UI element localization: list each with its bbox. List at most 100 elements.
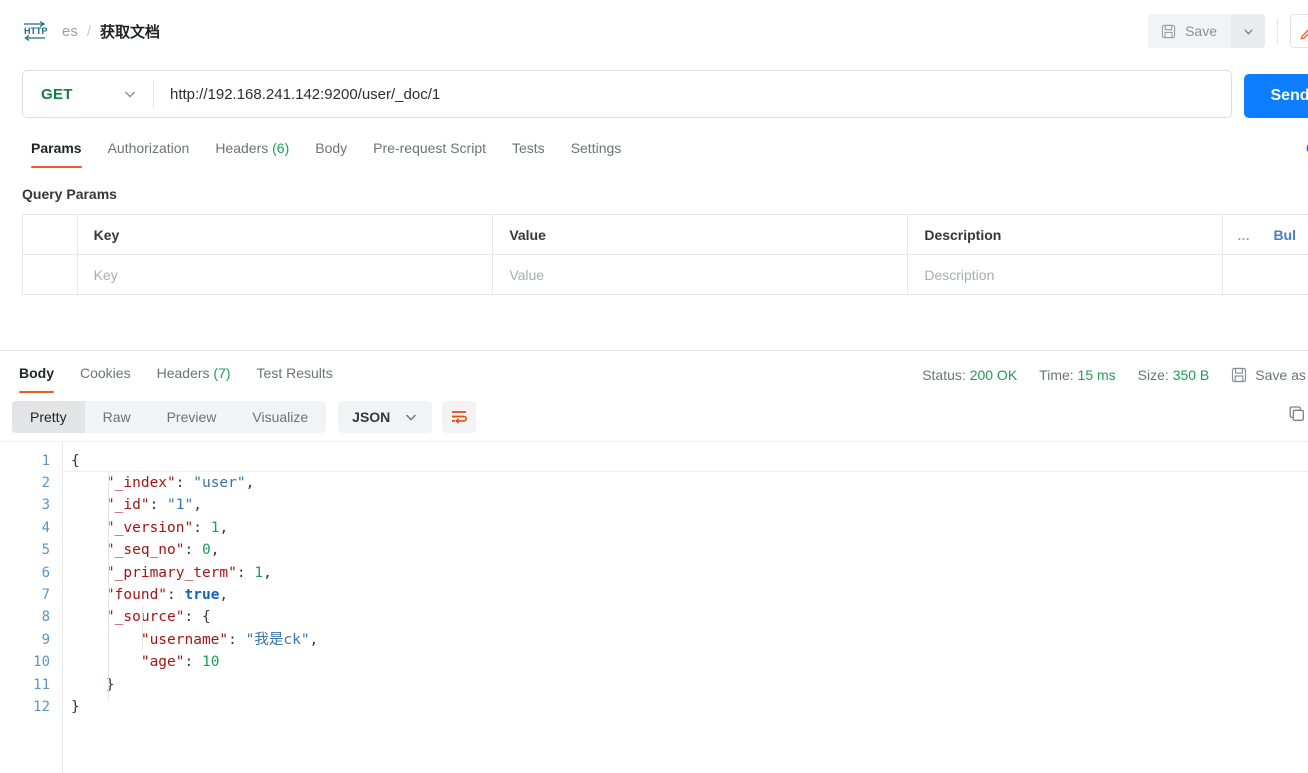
table-header-value: Value xyxy=(492,214,909,255)
tab-response-body[interactable]: Body xyxy=(6,365,67,393)
tab-body[interactable]: Body xyxy=(302,140,360,168)
tab-tests[interactable]: Tests xyxy=(499,140,558,168)
tab-test-results-label: Test Results xyxy=(256,364,333,381)
tab-response-body-label: Body xyxy=(19,364,54,381)
line-number: 12 xyxy=(33,698,50,715)
save-as-example-button[interactable]: Save as exam xyxy=(1231,367,1308,383)
view-mode-group: Pretty Raw Preview Visualize xyxy=(12,400,327,433)
row-key-cell[interactable]: Key xyxy=(77,254,494,295)
code-line: "_id": "1", xyxy=(105,497,202,514)
response-code[interactable]: { "_index": "user", "_id": "1", "_versio… xyxy=(62,441,1308,773)
tab-headers-count: (6) xyxy=(272,140,290,156)
http-protocol-icon: HTTP xyxy=(22,19,48,43)
tab-body-label: Body xyxy=(315,140,348,156)
size-badge: Size: 350 B xyxy=(1138,367,1210,383)
table-header-checkbox xyxy=(22,214,78,255)
key-placeholder: Key xyxy=(93,266,118,283)
code-line: { xyxy=(63,449,1308,473)
tab-authorization[interactable]: Authorization xyxy=(95,140,203,168)
code-line: } xyxy=(71,698,80,715)
breadcrumb-folder[interactable]: es xyxy=(62,23,78,40)
size-value: 350 B xyxy=(1172,366,1210,383)
line-number: 6 xyxy=(41,564,50,581)
wrap-text-button[interactable] xyxy=(442,400,477,433)
tab-settings-label: Settings xyxy=(570,140,622,156)
row-description-cell[interactable]: Description xyxy=(907,254,1224,295)
line-number: 2 xyxy=(41,475,50,492)
time-badge: Time: 15 ms xyxy=(1039,367,1116,383)
save-as-example-label: Save as exam xyxy=(1255,366,1308,383)
send-button[interactable]: Send xyxy=(1244,74,1308,118)
chevron-down-icon xyxy=(1242,25,1255,38)
tab-test-results[interactable]: Test Results xyxy=(244,365,346,393)
save-button[interactable]: Save xyxy=(1148,14,1231,48)
tab-response-headers[interactable]: Headers (7) xyxy=(144,365,244,393)
method-selector[interactable]: GET xyxy=(23,71,153,117)
request-response-divider xyxy=(0,295,1308,351)
line-number: 11 xyxy=(33,676,50,693)
toolbar-divider xyxy=(1277,18,1278,44)
table-header-description: Description xyxy=(907,214,1224,255)
code-line: "age": 10 xyxy=(140,654,220,671)
query-params-section: Query Params Key Value Description … Bul xyxy=(0,168,1308,295)
tab-params[interactable]: Params xyxy=(18,140,95,168)
edit-request-button[interactable] xyxy=(1290,14,1308,48)
save-options-button[interactable] xyxy=(1231,14,1265,48)
tab-authorization-label: Authorization xyxy=(107,140,190,156)
breadcrumb-separator: / xyxy=(86,22,92,40)
floppy-disk-icon xyxy=(1231,367,1247,383)
response-format-label: JSON xyxy=(352,408,391,425)
line-number: 10 xyxy=(33,654,50,671)
code-line: "username": "我是ck", xyxy=(140,631,319,648)
postman-window: HTTP es / 获取文档 Save GET http://192.168.2… xyxy=(0,0,1308,773)
row-checkbox-cell[interactable] xyxy=(22,254,78,295)
fold-guide-nested xyxy=(142,605,143,650)
time-value: 15 ms xyxy=(1077,366,1116,383)
query-params-title: Query Params xyxy=(22,186,117,202)
view-mode-preview[interactable]: Preview xyxy=(149,401,235,433)
chevron-down-icon xyxy=(404,410,418,424)
line-number-gutter: 1 2 3 4 5 6 7 8 9 10 11 12 xyxy=(0,441,62,773)
status-value: 200 OK xyxy=(969,366,1018,383)
url-bar: GET xyxy=(22,70,1232,118)
copy-response-button[interactable] xyxy=(1288,405,1306,423)
response-format-selector[interactable]: JSON xyxy=(338,400,433,433)
tab-pre-request-script[interactable]: Pre-request Script xyxy=(360,140,499,168)
url-input[interactable] xyxy=(154,72,1231,116)
bulk-edit-link[interactable]: Bul xyxy=(1273,227,1296,243)
top-bar: HTTP es / 获取文档 Save xyxy=(0,0,1308,62)
response-meta: Status: 200 OK Time: 15 ms Size: 350 B S… xyxy=(922,367,1308,383)
row-value-cell[interactable]: Value xyxy=(492,254,909,295)
response-toolbar: Pretty Raw Preview Visualize JSON xyxy=(0,393,1308,441)
top-bar-actions: Save xyxy=(1148,0,1308,62)
query-params-table: Key Value Description … Bul Key Value De… xyxy=(22,214,1308,295)
save-button-group: Save xyxy=(1148,14,1265,48)
time-label: Time: xyxy=(1039,366,1074,383)
tab-tests-label: Tests xyxy=(512,140,545,156)
code-line: "_index": "user", xyxy=(105,475,255,492)
tab-response-cookies[interactable]: Cookies xyxy=(67,365,144,393)
line-number: 8 xyxy=(41,609,50,626)
description-placeholder: Description xyxy=(924,266,995,283)
line-number: 1 xyxy=(41,452,50,469)
url-bar-row: GET Send xyxy=(0,62,1308,126)
value-placeholder: Value xyxy=(509,266,545,283)
response-body-viewer: 1 2 3 4 5 6 7 8 9 10 11 12 { "_index": "user", "_id… xyxy=(0,440,1308,773)
view-mode-visualize[interactable]: Visualize xyxy=(234,401,326,433)
row-actions-cell xyxy=(1222,254,1308,295)
tab-response-cookies-label: Cookies xyxy=(80,364,131,381)
code-line: "found": true, xyxy=(105,587,229,603)
size-label: Size: xyxy=(1137,366,1169,383)
line-number: 9 xyxy=(41,631,50,648)
tab-headers[interactable]: Headers (6) xyxy=(202,140,302,168)
ellipsis-icon[interactable]: … xyxy=(1237,228,1252,243)
fold-guide xyxy=(108,471,109,700)
status-badge: Status: 200 OK xyxy=(922,367,1017,383)
view-mode-pretty[interactable]: Pretty xyxy=(12,400,85,433)
tab-params-label: Params xyxy=(31,140,82,156)
code-line: "_source": { xyxy=(105,609,211,626)
tab-settings[interactable]: Settings xyxy=(558,140,635,168)
chevron-down-icon xyxy=(123,87,137,101)
view-mode-raw[interactable]: Raw xyxy=(85,401,149,433)
method-label: GET xyxy=(41,85,73,103)
